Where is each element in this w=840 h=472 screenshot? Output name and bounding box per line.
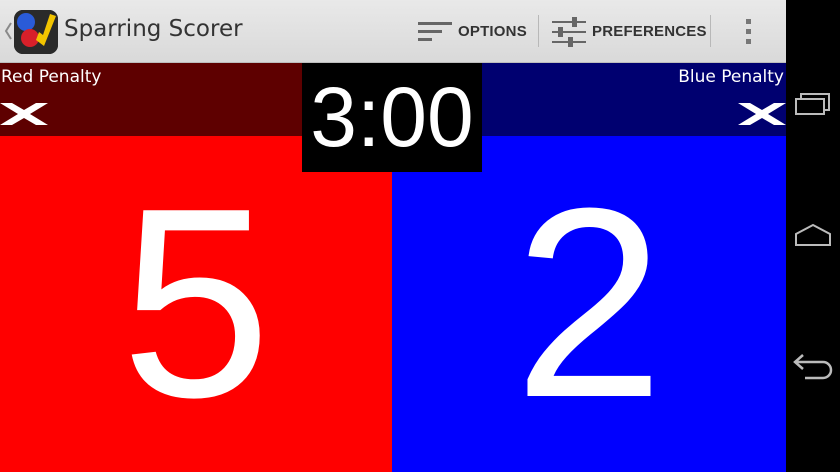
blue-penalty-x-icon[interactable] (738, 103, 786, 125)
options-button[interactable]: OPTIONS (418, 0, 527, 63)
preferences-label: PREFERENCES (592, 23, 707, 40)
red-penalty-label: Red Penalty (1, 67, 102, 87)
red-score-value: 5 (120, 153, 272, 454)
back-button[interactable] (786, 336, 840, 396)
blue-penalty-area[interactable]: Blue Penalty (482, 63, 786, 136)
preferences-button[interactable]: PREFERENCES (552, 0, 707, 63)
action-divider (710, 15, 711, 47)
back-arrow-icon (793, 354, 833, 380)
blue-score-value: 2 (513, 153, 665, 454)
red-penalty-x-icon[interactable] (0, 103, 48, 125)
recent-apps-icon (795, 93, 830, 115)
home-button[interactable] (786, 205, 840, 265)
blue-penalty-label: Blue Penalty (678, 67, 784, 87)
up-caret-icon[interactable] (4, 20, 12, 42)
action-divider (538, 15, 539, 47)
sort-lines-icon (418, 21, 452, 41)
more-vertical-icon[interactable] (734, 14, 762, 48)
home-icon (795, 223, 831, 246)
match-timer[interactable]: 3:00 (302, 63, 482, 172)
sliders-icon (552, 16, 586, 47)
app-screen: Sparring Scorer OPTIONS PREFERENCES Red … (0, 0, 786, 472)
red-score-panel[interactable]: 5 (0, 136, 392, 472)
recent-apps-button[interactable] (786, 74, 840, 134)
navigation-bar (786, 0, 840, 472)
app-title: Sparring Scorer (64, 16, 243, 42)
action-bar: Sparring Scorer OPTIONS PREFERENCES (0, 0, 786, 63)
red-penalty-area[interactable]: Red Penalty (0, 63, 302, 136)
options-label: OPTIONS (458, 23, 527, 40)
blue-score-panel[interactable]: 2 (392, 136, 786, 472)
app-logo-icon[interactable] (14, 10, 58, 54)
